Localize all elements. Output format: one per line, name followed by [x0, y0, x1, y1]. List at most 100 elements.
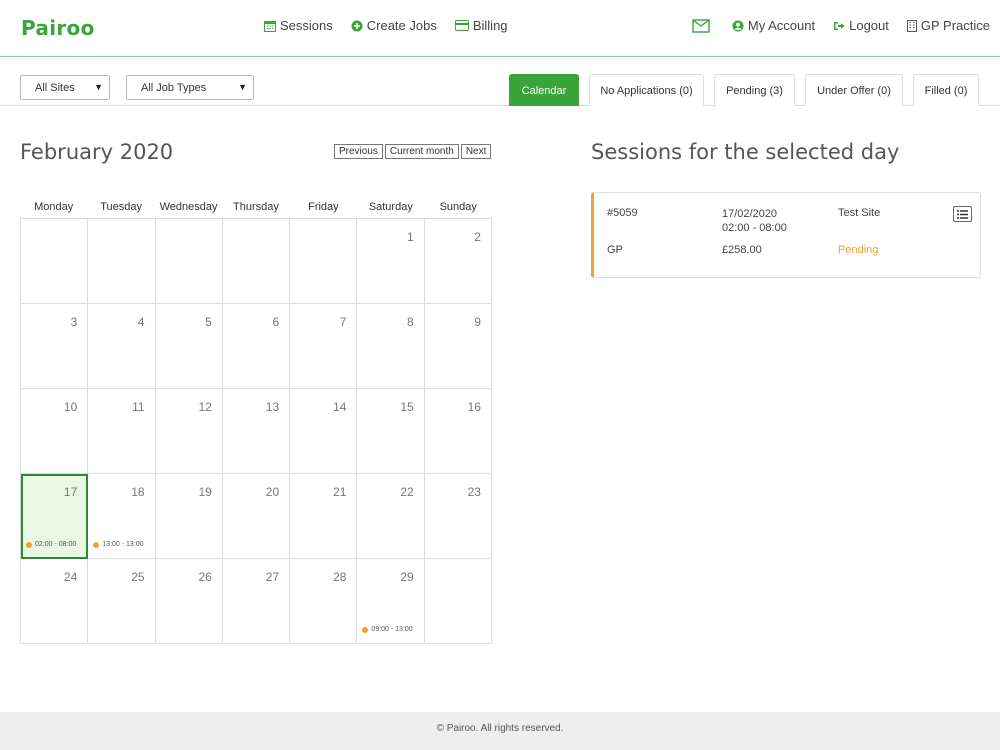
- calendar-day[interactable]: 24: [21, 559, 89, 644]
- calendar-day[interactable]: 4: [88, 304, 156, 389]
- nav-sessions[interactable]: Sessions: [264, 18, 333, 33]
- calendar-day[interactable]: 2: [424, 219, 492, 304]
- calendar-icon: [264, 20, 276, 32]
- day-number: 17: [63, 485, 78, 499]
- calendar-day[interactable]: 6: [222, 304, 291, 389]
- nav-billing[interactable]: Billing: [454, 18, 508, 33]
- weekday-label: Monday: [34, 201, 74, 213]
- nav-create-jobs-label: Create Jobs: [366, 18, 437, 33]
- session-price: £258.00: [722, 244, 762, 256]
- calendar-day[interactable]: 22: [357, 474, 425, 559]
- calendar-day[interactable]: 21: [290, 474, 358, 559]
- calendar-day[interactable]: 9: [424, 304, 492, 389]
- nav-practice[interactable]: GP Practice: [906, 18, 990, 33]
- day-number: 5: [205, 315, 212, 329]
- nav-logout[interactable]: Logout: [833, 18, 889, 33]
- calendar-day[interactable]: 20: [222, 474, 291, 559]
- status-dot-icon: [362, 626, 369, 633]
- calendar-day: [222, 219, 291, 304]
- tab-filled[interactable]: Filled (0): [913, 74, 979, 106]
- status-dot-icon: [93, 541, 100, 548]
- building-icon: [906, 19, 917, 32]
- calendar-day: [290, 219, 358, 304]
- calendar-day[interactable]: 16: [424, 389, 492, 474]
- calendar-day[interactable]: 12: [155, 389, 223, 474]
- job-types-select-value: All Job Types: [141, 82, 207, 94]
- day-number: 26: [198, 570, 212, 584]
- event-time: 09:00 - 13:00: [371, 626, 413, 633]
- calendar-day[interactable]: 18 13:00 - 13:00: [88, 474, 156, 559]
- session-details-button[interactable]: [953, 206, 972, 222]
- calendar-day[interactable]: 26: [155, 559, 223, 644]
- calendar-day[interactable]: 11: [88, 389, 156, 474]
- weekday-header: Monday Tuesday Wednesday Thursday Friday Satu…: [20, 201, 492, 213]
- day-number: 10: [63, 400, 78, 414]
- calendar-day[interactable]: 1: [357, 219, 425, 304]
- session-status: Pending: [838, 244, 879, 256]
- calendar-day[interactable]: 10: [21, 389, 89, 474]
- previous-month-button[interactable]: Previous: [334, 144, 383, 159]
- caret-down-icon: ▼: [238, 82, 247, 92]
- calendar-day[interactable]: 8: [357, 304, 425, 389]
- tab-calendar[interactable]: Calendar: [509, 74, 579, 106]
- day-number: 18: [131, 485, 145, 499]
- calendar-day: [88, 219, 156, 304]
- messages-button[interactable]: [692, 18, 714, 33]
- sites-select[interactable]: All Sites ▼: [20, 75, 110, 100]
- calendar-day[interactable]: 15: [357, 389, 425, 474]
- sign-out-icon: [834, 21, 845, 30]
- day-number: 22: [400, 485, 414, 499]
- calendar-day[interactable]: 28: [290, 559, 358, 644]
- tab-under-offer[interactable]: Under Offer (0): [805, 74, 903, 106]
- nav-practice-label: GP Practice: [920, 18, 990, 33]
- list-icon: [957, 209, 968, 219]
- day-number: 4: [137, 315, 145, 329]
- weekday-label: Tuesday: [100, 201, 143, 213]
- calendar-day[interactable]: 29 09:00 - 13:00: [357, 559, 425, 644]
- calendar-event[interactable]: 02:00 - 08:00: [26, 541, 76, 548]
- sessions-title: Sessions for the selected day: [591, 140, 900, 164]
- calendar-day[interactable]: 7: [290, 304, 358, 389]
- calendar-event[interactable]: 09:00 - 13:00: [362, 626, 413, 633]
- calendar-day[interactable]: 27: [222, 559, 291, 644]
- calendar-day[interactable]: 3: [21, 304, 89, 389]
- calendar-day[interactable]: 5: [155, 304, 223, 389]
- calendar-day[interactable]: 23: [424, 474, 492, 559]
- calendar-day[interactable]: 25: [88, 559, 156, 644]
- calendar-day[interactable]: 14: [290, 389, 358, 474]
- day-number: 15: [400, 400, 414, 414]
- nav-create-jobs[interactable]: Create Jobs: [351, 18, 437, 33]
- next-month-button[interactable]: Next: [460, 144, 492, 159]
- nav-my-account[interactable]: My Account: [732, 18, 815, 33]
- day-number: 20: [265, 485, 280, 499]
- event-time: 13:00 - 13:00: [102, 541, 144, 548]
- day-number: 28: [333, 570, 347, 584]
- session-date: 17/02/2020: [722, 208, 778, 220]
- sites-select-value: All Sites: [35, 82, 75, 94]
- calendar-day-selected[interactable]: 17 02:00 - 08:00: [21, 474, 89, 559]
- tab-no-applications[interactable]: No Applications (0): [589, 74, 704, 106]
- nav-billing-label: Billing: [472, 18, 508, 33]
- day-number: 1: [407, 230, 414, 244]
- pairoo-logo[interactable]: Pairoo: [21, 16, 95, 40]
- day-number: 27: [265, 570, 280, 584]
- main-nav: Sessions Create Jobs Billing: [264, 18, 526, 33]
- job-types-select[interactable]: All Job Types ▼: [126, 75, 254, 100]
- footer: © Pairoo. All rights reserved.: [0, 712, 1000, 750]
- calendar-day[interactable]: 13: [222, 389, 291, 474]
- day-number: 6: [272, 315, 280, 329]
- session-role: GP: [607, 244, 623, 256]
- top-header: Pairoo Sessions Create Jobs Billing My A…: [0, 0, 1000, 57]
- tab-pending[interactable]: Pending (3): [714, 74, 795, 106]
- user-circle-icon: [732, 20, 744, 31]
- day-number: 3: [70, 315, 78, 329]
- day-number: 23: [467, 485, 481, 499]
- day-number: 7: [339, 315, 347, 329]
- session-card[interactable]: #5059 17/02/2020 02:00 - 08:00 Test Site…: [591, 192, 981, 278]
- credit-card-icon: [454, 20, 469, 31]
- day-number: 14: [333, 400, 347, 414]
- weekday-label: Thursday: [233, 201, 279, 213]
- calendar-event[interactable]: 13:00 - 13:00: [93, 541, 144, 548]
- calendar-day[interactable]: 19: [155, 474, 223, 559]
- current-month-button[interactable]: Current month: [384, 144, 459, 159]
